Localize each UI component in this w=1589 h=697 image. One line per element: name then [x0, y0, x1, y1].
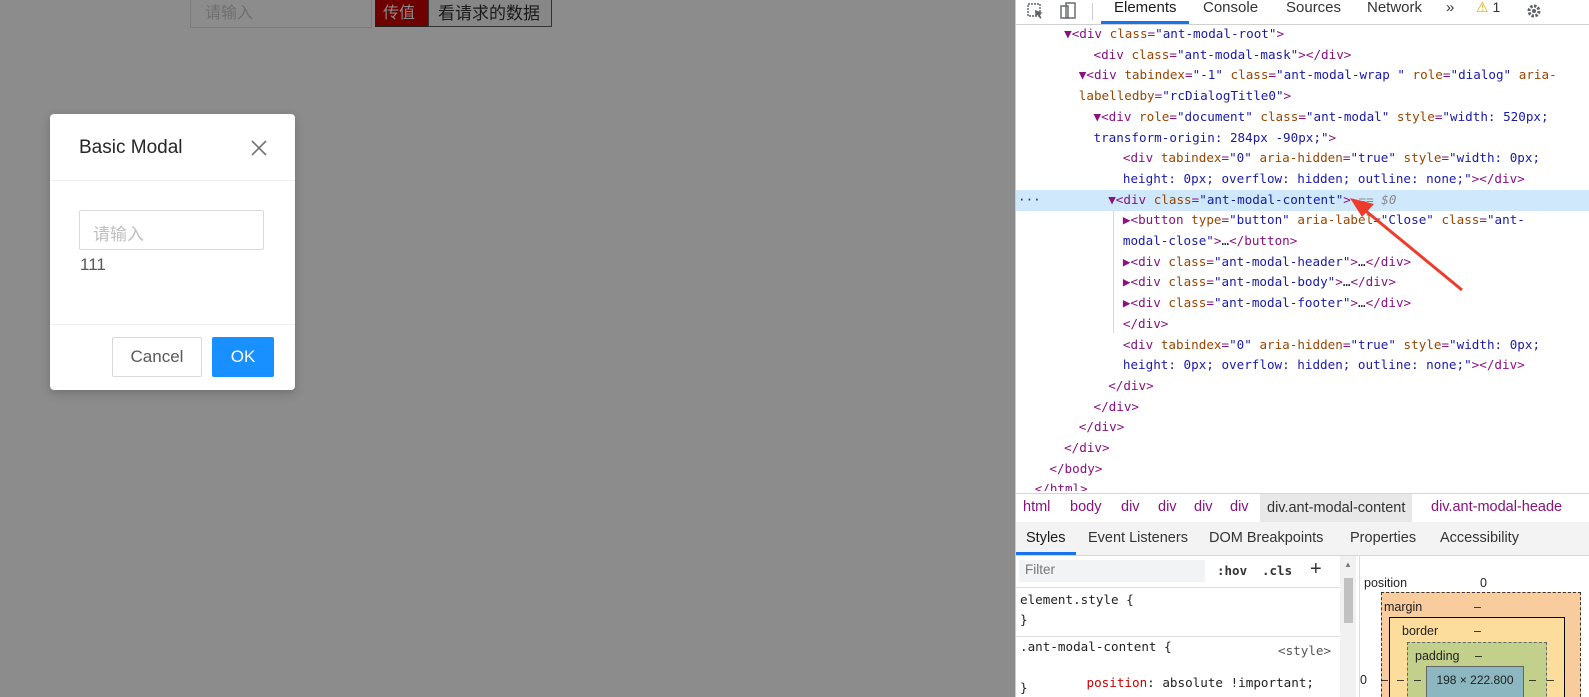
modal-body-text: 111 [80, 255, 106, 274]
border-label: border [1402, 624, 1439, 638]
rule-selector[interactable]: .ant-modal-content { [1020, 639, 1172, 654]
padding-value: – [1475, 649, 1482, 663]
border-left-value: – [1381, 673, 1388, 687]
margin-value: – [1474, 600, 1481, 614]
close-icon[interactable] [247, 136, 271, 160]
padding-right-value: – [1547, 673, 1554, 687]
breadcrumb-item[interactable]: html [1023, 499, 1050, 515]
modal-input[interactable]: 请输入 [79, 210, 264, 250]
styles-subtabs: Styles Event Listeners DOM Breakpoints P… [1016, 522, 1589, 556]
view-request-data-button[interactable]: 看请求的数据 [428, 0, 552, 27]
modal-title: Basic Modal [79, 137, 183, 158]
styles-scrollbar[interactable]: ▲ [1340, 556, 1356, 697]
new-rule-button[interactable]: + [1310, 558, 1322, 581]
tab-network[interactable]: Network [1367, 0, 1422, 16]
warning-icon: ⚠ [1476, 0, 1489, 15]
cancel-button[interactable]: Cancel [112, 337, 202, 377]
node-more-icon[interactable]: ··· [1018, 190, 1041, 211]
breadcrumb-item[interactable]: div [1121, 499, 1140, 515]
margin-left-value: 0 [1360, 673, 1367, 687]
position-value: 0 [1480, 576, 1487, 590]
modal-footer: Cancel OK [50, 324, 295, 390]
top-input[interactable]: 请输入 [190, 0, 372, 28]
more-tabs-button[interactable]: » [1446, 0, 1454, 16]
border-value: – [1474, 624, 1481, 638]
app-viewport: 请输入 传值 看请求的数据 Basic Modal 请输入 111 Cancel… [0, 0, 1015, 697]
toolbar-divider [1092, 3, 1093, 20]
rule-close: } [1020, 680, 1028, 695]
element-style-close: } [1020, 612, 1028, 627]
subtab-dom-breakpoints[interactable]: DOM Breakpoints [1209, 530, 1323, 546]
padding-left-value: – [1397, 673, 1404, 687]
basic-modal: Basic Modal 请输入 111 Cancel OK [50, 114, 295, 390]
content-left-value: – [1414, 673, 1421, 687]
position-label: position [1364, 576, 1408, 590]
scrollbar-thumb[interactable] [1344, 578, 1353, 623]
modal-header: Basic Modal [50, 114, 295, 181]
padding-label: padding [1415, 649, 1460, 663]
ok-button[interactable]: OK [212, 337, 274, 377]
styles-filter-input[interactable]: Filter [1019, 560, 1205, 582]
selection-guide-line [1113, 198, 1114, 333]
breadcrumb-item[interactable]: div [1194, 499, 1213, 515]
tab-sources[interactable]: Sources [1286, 0, 1341, 16]
subtab-accessibility[interactable]: Accessibility [1440, 530, 1519, 546]
tab-console[interactable]: Console [1203, 0, 1258, 16]
styles-filter-row: Filter :hov .cls + [1016, 556, 1351, 588]
breadcrumb-item-active[interactable]: div.ant-modal-content [1260, 494, 1413, 522]
subtab-event-listeners[interactable]: Event Listeners [1088, 530, 1188, 546]
element-breadcrumb: html body div div div div div.ant-modal-… [1016, 493, 1589, 523]
breadcrumb-item[interactable]: div [1230, 499, 1249, 515]
styles-pane: Filter :hov .cls + element.style { } .an… [1016, 556, 1351, 697]
elements-dom-tree[interactable]: ▼<div class="ant-modal-root"> <div class=… [1016, 24, 1589, 491]
breadcrumb-item[interactable]: body [1070, 499, 1101, 515]
inspect-element-icon[interactable] [1026, 2, 1046, 20]
dom-node-selected[interactable]: ▼<div class="ant-modal-content"> == $0 ··… [1016, 189, 1589, 211]
warnings-badge[interactable]: ⚠ 1 [1476, 0, 1500, 16]
devtools-toolbar: Elements Console Sources Network » ⚠ 1 [1016, 0, 1589, 25]
devtools-panel: Elements Console Sources Network » ⚠ 1 ▼… [1015, 0, 1589, 697]
breadcrumb-item[interactable]: div [1158, 499, 1177, 515]
content-box: 198 × 222.800 [1426, 666, 1524, 697]
rule-divider [1016, 636, 1351, 637]
modal-body: 请输入 111 [50, 181, 295, 324]
cls-toggle[interactable]: .cls [1262, 563, 1292, 578]
active-subtab-indicator [1016, 552, 1076, 555]
margin-label: margin [1384, 600, 1423, 614]
pass-value-button[interactable]: 传值 [375, 0, 428, 27]
hov-toggle[interactable]: :hov [1217, 563, 1247, 578]
device-toolbar-icon[interactable] [1058, 2, 1078, 20]
content-right-value: – [1529, 673, 1536, 687]
settings-gear-icon[interactable] [1524, 2, 1544, 20]
content-size: 198 × 222.800 [1436, 673, 1514, 687]
css-property: position [1086, 675, 1148, 690]
tab-elements[interactable]: Elements [1114, 0, 1177, 16]
css-value: : absolute !important; [1147, 675, 1314, 690]
scroll-up-arrow-icon[interactable]: ▲ [1344, 560, 1352, 569]
rule-source-link[interactable]: <style> [1278, 643, 1331, 658]
element-style-selector[interactable]: element.style { [1020, 592, 1134, 607]
rule-declaration[interactable]: position: absolute !important; [1041, 660, 1314, 697]
subtab-styles[interactable]: Styles [1026, 530, 1066, 546]
subtab-properties[interactable]: Properties [1350, 530, 1416, 546]
box-model-pane: position 0 margin – border – padding – 1… [1359, 556, 1589, 697]
breadcrumb-item[interactable]: div.ant-modal-heade [1431, 499, 1562, 515]
warning-count: 1 [1492, 0, 1501, 15]
